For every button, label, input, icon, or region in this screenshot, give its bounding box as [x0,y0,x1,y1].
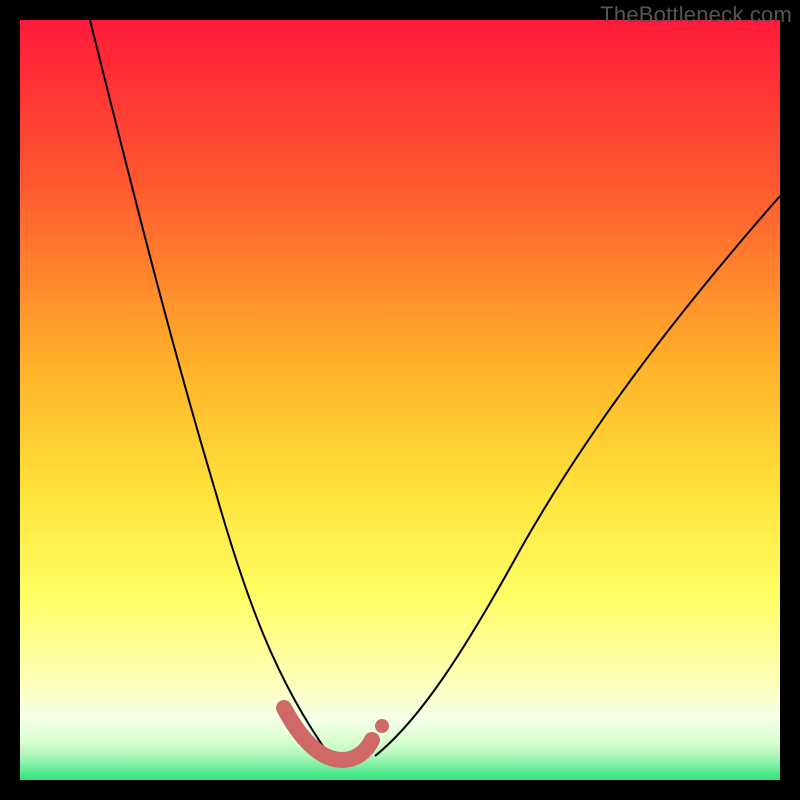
gradient-background [20,20,780,780]
bottleneck-chart [20,20,780,780]
watermark-text: TheBottleneck.com [600,2,792,28]
chart-frame [20,20,780,780]
curve-bottom-end-dot [375,719,389,733]
